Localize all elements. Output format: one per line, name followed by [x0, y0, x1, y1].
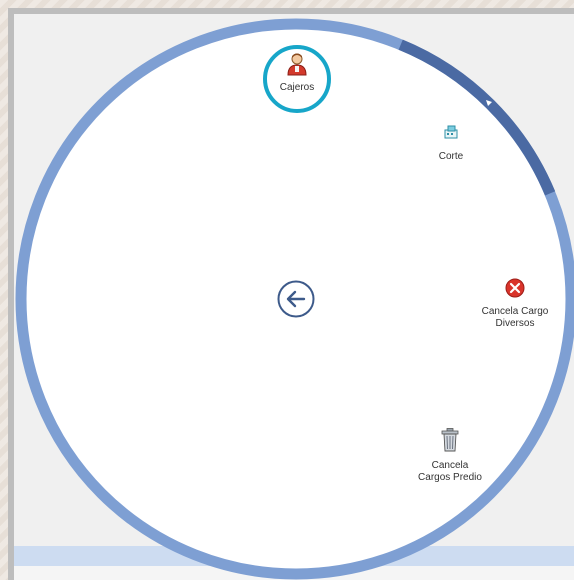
menu-item-corte[interactable]: Corte: [428, 125, 474, 163]
menu-item-cancela-cargo-diversos[interactable]: Cancela Cargo Diversos: [478, 278, 552, 330]
cash-register-icon: [444, 125, 458, 139]
trash-bin-icon: [441, 428, 459, 452]
menu-item-cajeros[interactable]: Cajeros: [263, 52, 331, 94]
back-button[interactable]: [277, 280, 315, 318]
menu-item-cancela-cargos-predio[interactable]: Cancela Cargos Predio: [416, 428, 484, 484]
cancel-red-x-icon: [505, 278, 525, 298]
menu-item-cancela-cargo-diversos-label-1: Cancela Cargo: [481, 306, 549, 317]
menu-item-cancela-cargos-predio-label-1: Cancela: [431, 460, 469, 471]
menu-item-cajeros-label: Cajeros: [279, 82, 315, 93]
menu-item-cancela-cargos-predio-label-2: Cargos Predio: [418, 472, 482, 483]
arrow-left-circle-icon: [277, 280, 315, 318]
menu-item-cancela-cargo-diversos-label-2: Diversos: [495, 318, 535, 329]
cashier-user-icon: [287, 53, 307, 76]
menu-item-corte-label: Corte: [438, 151, 464, 162]
